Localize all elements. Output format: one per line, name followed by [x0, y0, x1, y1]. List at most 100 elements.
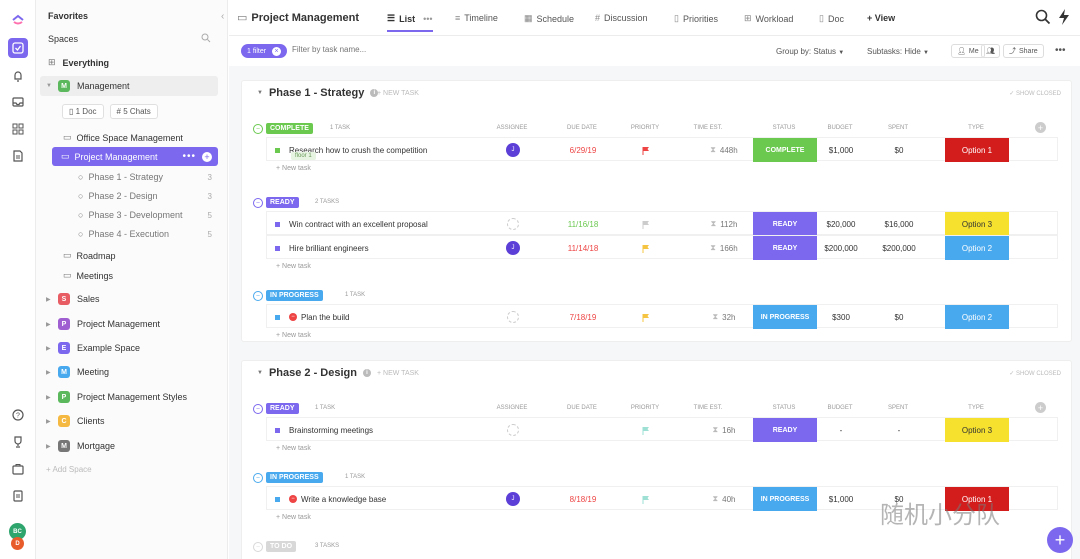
collapse-group-icon[interactable]: –: [253, 404, 263, 414]
collapse-group-icon[interactable]: –: [253, 291, 263, 301]
assignee-avatar[interactable]: J: [506, 143, 520, 157]
tab-workload[interactable]: ⊞ Workload: [744, 13, 793, 24]
spent-cell[interactable]: $200,000: [869, 236, 929, 260]
column-header[interactable]: PRIORITY: [620, 405, 670, 411]
show-closed-toggle[interactable]: ✓ SHOW CLOSED: [1009, 370, 1061, 377]
add-column-icon[interactable]: +: [1035, 122, 1046, 133]
list-phase-2[interactable]: ○ Phase 2 - Design 3: [78, 191, 212, 201]
task-status-dot[interactable]: [275, 427, 280, 433]
spent-cell[interactable]: $0: [869, 138, 929, 162]
inbox-icon[interactable]: [8, 92, 28, 112]
due-date[interactable]: 11/16/18: [558, 212, 608, 236]
more-icon[interactable]: •••: [182, 151, 196, 162]
due-date[interactable]: 8/18/19: [558, 487, 608, 511]
sidebar-space-5[interactable]: ▶ C Clients: [46, 415, 105, 427]
due-date[interactable]: 6/29/19: [558, 138, 608, 162]
collapse-group-icon[interactable]: –: [253, 473, 263, 483]
task-name[interactable]: Write a knowledge base: [301, 495, 386, 504]
task-status-dot[interactable]: [275, 496, 280, 502]
column-header[interactable]: SPENT: [873, 405, 923, 411]
share-button[interactable]: ⤴ Share: [1003, 44, 1044, 58]
workspace-avatar[interactable]: D: [11, 537, 24, 550]
time-estimate[interactable]: 40h: [722, 495, 735, 504]
column-header[interactable]: BUDGET: [815, 125, 865, 131]
tasks-icon[interactable]: [8, 38, 28, 58]
spaces-header[interactable]: Spaces: [48, 34, 78, 44]
column-header[interactable]: DUE DATE: [557, 405, 607, 411]
group-by-dropdown[interactable]: Group by: Status ▼: [776, 47, 844, 56]
status-cell[interactable]: READY: [753, 418, 817, 442]
task-row[interactable]: Win contract with an excellent proposal 1…: [266, 211, 1058, 236]
status-group-badge[interactable]: READY: [266, 197, 299, 208]
time-estimate[interactable]: 166h: [720, 244, 738, 253]
more-icon[interactable]: •••: [423, 14, 432, 24]
status-group-badge[interactable]: TO DO: [266, 541, 297, 552]
sidebar-item-everything[interactable]: ⊞ Everything: [48, 57, 109, 68]
spent-cell[interactable]: -: [869, 418, 929, 442]
status-cell[interactable]: READY: [753, 212, 817, 236]
add-column-icon[interactable]: +: [1035, 402, 1046, 413]
collapse-group-icon[interactable]: –: [253, 124, 263, 134]
new-task-link[interactable]: + New task: [276, 445, 311, 452]
assignee-avatar[interactable]: J: [506, 492, 520, 506]
column-header[interactable]: SPENT: [873, 125, 923, 131]
budget-cell[interactable]: $1,000: [811, 138, 871, 162]
new-task-header-button[interactable]: + NEW TASK: [377, 90, 419, 97]
type-cell[interactable]: Option 2: [945, 236, 1009, 260]
tab-schedule[interactable]: ▦ Schedule: [524, 13, 574, 24]
search-spaces-icon[interactable]: [201, 33, 211, 43]
type-cell[interactable]: Option 3: [945, 212, 1009, 236]
add-assignee-icon[interactable]: [507, 311, 519, 323]
task-filter-input[interactable]: [292, 45, 472, 54]
column-header[interactable]: PRIORITY: [620, 125, 670, 131]
lightning-icon[interactable]: [1057, 8, 1071, 28]
type-cell[interactable]: Option 2: [945, 305, 1009, 329]
show-closed-toggle[interactable]: ✓ SHOW CLOSED: [1009, 90, 1061, 97]
doc-pill[interactable]: ▯ 1 Doc: [62, 104, 104, 119]
status-group-badge[interactable]: IN PROGRESS: [266, 290, 323, 301]
status-cell[interactable]: IN PROGRESS: [753, 305, 817, 329]
sidebar-space-4[interactable]: ▶ P Project Management Styles: [46, 391, 187, 403]
add-assignee-icon[interactable]: [507, 424, 519, 436]
search-icon[interactable]: [1035, 9, 1051, 27]
trophy-icon[interactable]: [8, 432, 28, 452]
status-cell[interactable]: COMPLETE: [753, 138, 817, 162]
clipboard-icon[interactable]: [8, 486, 28, 506]
task-row[interactable]: Brainstorming meetings ⧗ 16h READY - - Option …: [266, 417, 1058, 442]
task-name[interactable]: Brainstorming meetings: [289, 426, 373, 435]
budget-cell[interactable]: -: [811, 418, 871, 442]
more-options-icon[interactable]: •••: [1055, 45, 1066, 56]
collapse-sidebar-icon[interactable]: ‹: [221, 11, 224, 22]
task-status-dot[interactable]: [275, 221, 280, 227]
column-header[interactable]: TYPE: [951, 125, 1001, 131]
add-assignee-icon[interactable]: [507, 218, 519, 230]
spent-cell[interactable]: $0: [869, 305, 929, 329]
column-header[interactable]: ASSIGNEE: [487, 405, 537, 411]
folder-office-space[interactable]: ▭ Office Space Management: [63, 132, 183, 143]
new-task-link[interactable]: + New task: [276, 263, 311, 270]
create-fab-button[interactable]: +: [1047, 527, 1073, 553]
column-header[interactable]: STATUS: [759, 405, 809, 411]
priority-flag-icon[interactable]: [638, 305, 654, 329]
status-cell[interactable]: READY: [753, 236, 817, 260]
task-status-dot[interactable]: [275, 245, 280, 251]
spent-cell[interactable]: $16,000: [869, 212, 929, 236]
sidebar-item-management[interactable]: ▼ M Management: [40, 76, 218, 96]
collapse-group-icon[interactable]: –: [253, 542, 263, 552]
list-phase-1[interactable]: ○ Phase 1 - Strategy 3: [78, 172, 212, 182]
task-name[interactable]: Win contract with an excellent proposal: [289, 220, 428, 229]
priority-flag-icon[interactable]: [638, 418, 654, 442]
priority-flag-icon[interactable]: [638, 212, 654, 236]
help-icon[interactable]: ?: [8, 405, 28, 425]
assignees-filter-button[interactable]: 👥︎: [981, 44, 1000, 58]
priority-flag-icon[interactable]: [638, 138, 654, 162]
column-header[interactable]: STATUS: [759, 125, 809, 131]
due-date[interactable]: 11/14/18: [558, 236, 608, 260]
tab-doc[interactable]: ▯ Doc: [819, 13, 844, 24]
task-name[interactable]: Hire brilliant engineers: [289, 244, 369, 253]
subtasks-dropdown[interactable]: Subtasks: Hide ▼: [867, 47, 929, 56]
column-header[interactable]: TIME EST.: [683, 405, 733, 411]
assignee-avatar[interactable]: J: [506, 241, 520, 255]
filter-chip[interactable]: 1 filter ×: [241, 44, 288, 58]
task-row[interactable]: − Plan the build 7/18/19 ⧗ 32h IN PROGRESS $30…: [266, 304, 1058, 329]
